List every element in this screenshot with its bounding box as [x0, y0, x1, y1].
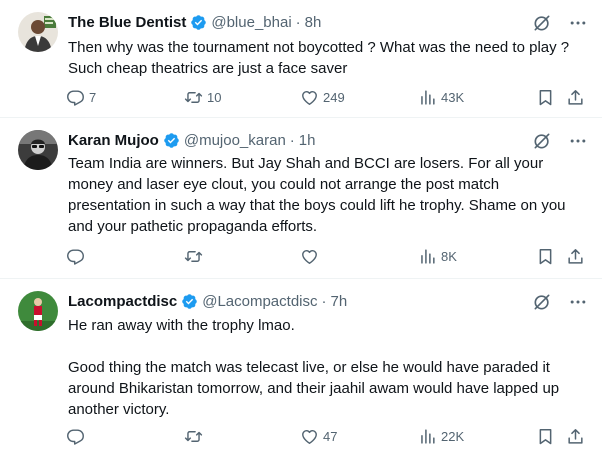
share-icon — [566, 427, 585, 446]
bookmark-button[interactable] — [536, 425, 555, 447]
like-icon — [300, 427, 319, 446]
author-handle[interactable]: @Lacompactdisc — [202, 293, 317, 310]
views-button[interactable]: 43K — [418, 86, 464, 108]
tweet-top-actions — [532, 292, 588, 312]
author-handle[interactable]: @mujoo_karan — [184, 132, 286, 149]
retweet-button[interactable] — [184, 425, 207, 447]
tweet-text: He ran away with the trophy lmao. Good t… — [68, 317, 560, 418]
more-icon[interactable] — [568, 13, 588, 33]
separator-dot: · — [289, 131, 295, 149]
bookmark-button[interactable] — [536, 245, 555, 267]
verified-badge-icon — [163, 132, 180, 149]
tweet-header: Karan Mujoo @mujoo_karan · 1h — [68, 130, 592, 150]
share-button[interactable] — [566, 245, 585, 267]
more-icon[interactable] — [568, 131, 588, 151]
retweet-icon — [184, 88, 203, 107]
grok-icon[interactable] — [532, 292, 552, 312]
bookmark-icon — [536, 88, 555, 107]
timestamp[interactable]: 7h — [331, 293, 348, 310]
tweet-header: Lacompactdisc @Lacompactdisc · 7h — [68, 291, 592, 311]
grok-icon[interactable] — [532, 131, 552, 151]
views-icon — [418, 88, 437, 107]
action-bar: 47 22K — [60, 425, 590, 447]
author-handle[interactable]: @blue_bhai — [211, 14, 291, 31]
avatar[interactable] — [18, 12, 58, 52]
author-name[interactable]: The Blue Dentist — [68, 14, 186, 31]
action-bar: 8K — [60, 245, 590, 267]
views-icon — [418, 427, 437, 446]
tweet-card[interactable]: Karan Mujoo @mujoo_karan · 1h Team India… — [0, 118, 602, 279]
tweet-card[interactable]: Lacompactdisc @Lacompactdisc · 7h He ran… — [0, 279, 602, 453]
views-count: 8K — [441, 248, 457, 264]
views-count: 43K — [441, 89, 465, 105]
avatar[interactable] — [18, 130, 58, 170]
like-button[interactable] — [300, 245, 323, 267]
share-button[interactable] — [566, 425, 585, 447]
reply-count: 7 — [89, 89, 97, 105]
retweet-button[interactable]: 10 — [184, 86, 221, 108]
retweet-icon — [184, 247, 203, 266]
like-icon — [300, 247, 319, 266]
reply-button[interactable] — [66, 245, 89, 267]
views-icon — [418, 247, 437, 266]
retweet-button[interactable] — [184, 245, 207, 267]
reply-icon — [66, 88, 85, 107]
separator-dot: · — [321, 292, 327, 310]
retweet-icon — [184, 427, 203, 446]
reply-icon — [66, 427, 85, 446]
tweet-top-actions — [532, 13, 588, 33]
views-button[interactable]: 8K — [418, 245, 457, 267]
verified-badge-icon — [181, 293, 198, 310]
grok-icon[interactable] — [532, 13, 552, 33]
like-icon — [300, 88, 319, 107]
tweet-text: Team India are winners. But Jay Shah and… — [68, 155, 566, 235]
reply-button[interactable] — [66, 425, 89, 447]
views-count: 22K — [441, 428, 465, 444]
action-bar: 7 10 249 43K — [60, 86, 590, 108]
retweet-count: 10 — [207, 89, 222, 105]
more-icon[interactable] — [568, 292, 588, 312]
like-count: 249 — [323, 89, 345, 105]
tweet-top-actions — [532, 131, 588, 151]
bookmark-icon — [536, 247, 555, 266]
bookmark-icon — [536, 427, 555, 446]
separator-dot: · — [295, 13, 301, 31]
tweet-header: The Blue Dentist @blue_bhai · 8h — [68, 12, 592, 32]
reply-button[interactable]: 7 — [66, 86, 96, 108]
share-icon — [566, 247, 585, 266]
timestamp[interactable]: 8h — [305, 14, 322, 31]
like-button[interactable]: 249 — [300, 86, 345, 108]
bookmark-button[interactable] — [536, 86, 555, 108]
tweet-card[interactable]: The Blue Dentist @blue_bhai · 8h Then wh… — [0, 0, 602, 118]
avatar[interactable] — [18, 291, 58, 331]
author-name[interactable]: Lacompactdisc — [68, 293, 177, 310]
views-button[interactable]: 22K — [418, 425, 464, 447]
share-icon — [566, 88, 585, 107]
verified-badge-icon — [190, 14, 207, 31]
tweet-text: Then why was the tournament not boycotte… — [68, 39, 570, 77]
like-button[interactable]: 47 — [300, 425, 337, 447]
share-button[interactable] — [566, 86, 585, 108]
like-count: 47 — [323, 428, 338, 444]
reply-icon — [66, 247, 85, 266]
author-name[interactable]: Karan Mujoo — [68, 132, 159, 149]
timestamp[interactable]: 1h — [299, 132, 316, 149]
